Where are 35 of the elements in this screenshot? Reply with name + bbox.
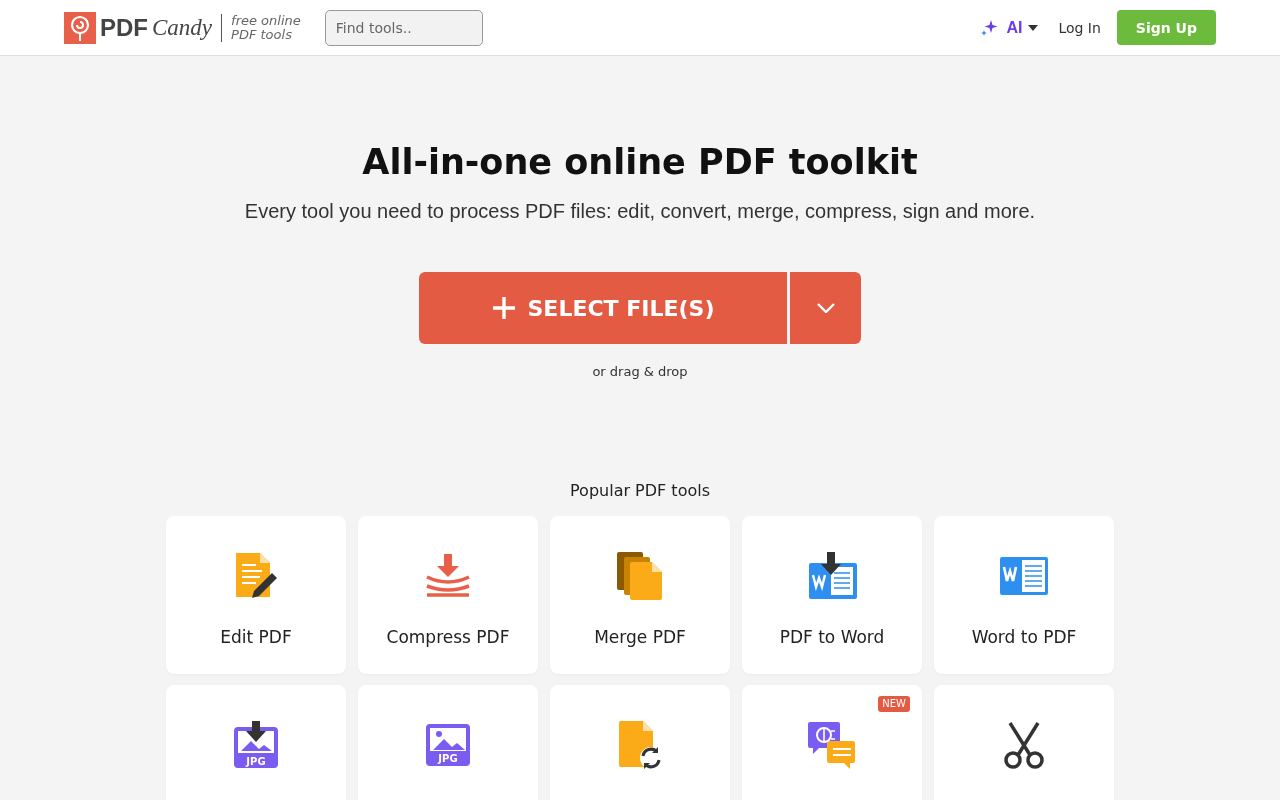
new-badge: NEW [878,696,910,712]
logo-text: Candy [152,14,213,41]
drag-drop-hint: or drag & drop [592,364,688,379]
scissors-icon [1003,721,1045,769]
page-subtitle: Every tool you need to process PDF files: edit, convert, merge, compress, sign and more. [244,199,1036,224]
plus-icon [491,296,516,320]
caret-icon [1028,24,1039,31]
chevron-down-icon [816,303,835,313]
dropdown-button[interactable] [790,272,861,344]
tool-card[interactable]: Compress PDF [358,516,538,674]
tool-card[interactable]: JPG [166,685,346,800]
select-files-button[interactable]: SELECT FILE(S) [419,272,787,344]
page-title: All-in-one online PDF toolkit [362,141,918,184]
search-field[interactable]: Find tools.. [324,9,483,46]
tool-card[interactable]: Word to PDF [934,516,1114,674]
tool-card[interactable] [934,685,1114,800]
tool-card[interactable]: Edit PDF [166,516,346,674]
section-heading: Popular PDF tools [570,481,710,500]
tool-card[interactable]: NEW [742,685,922,800]
chat-bubbles-icon [807,721,857,769]
tool-card[interactable]: PDF to Word [742,516,922,674]
logo-text: PDF [100,13,148,42]
logo-icon [64,11,96,44]
document-refresh-icon [617,720,663,770]
tool-card[interactable]: JPG [358,685,538,800]
image-icon: JPG [425,723,471,767]
document-pencil-icon [234,551,278,601]
stacked-documents-icon [616,551,664,601]
word-document-icon [999,555,1049,597]
compress-icon [425,553,471,599]
tagline: free online PDF tools [231,13,301,42]
login-link[interactable]: Log In [1058,19,1101,36]
tool-card[interactable]: Merge PDF [550,516,730,674]
word-document-download-icon [807,551,857,601]
ai-menu[interactable]: AI [980,17,1039,38]
